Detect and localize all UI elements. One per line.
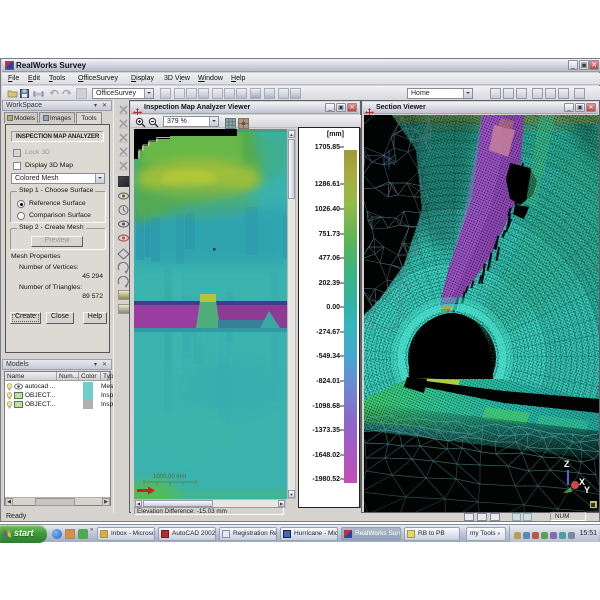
svg-text:Y: Y	[584, 485, 590, 495]
svg-text:[mm]1705.851286.611026.40751.7: [mm]1705.851286.611026.40751.73477.06202…	[312, 131, 344, 483]
svg-text:1000.00 mm: 1000.00 mm	[153, 474, 186, 480]
svg-text:Z: Z	[564, 459, 570, 469]
